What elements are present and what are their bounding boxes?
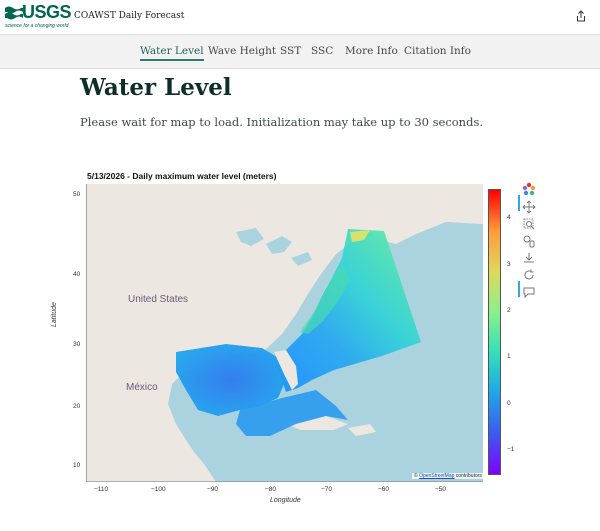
- x-tick-70: −70: [321, 486, 333, 493]
- logo-tagline: science for a changing world: [5, 23, 69, 29]
- nav-bar: Water Level Wave Height SST SSC More Inf…: [0, 34, 600, 69]
- map-attribution: © OpenStreetMap contributors: [412, 473, 484, 479]
- logo-text: USGS: [22, 2, 72, 22]
- map-label-us: United States: [128, 294, 189, 305]
- colorbar: [488, 189, 501, 475]
- water-level-map[interactable]: [86, 184, 483, 482]
- x-tick-100: −100: [151, 486, 166, 493]
- y-tick-20: 20: [73, 403, 81, 410]
- pan-icon[interactable]: [522, 200, 536, 214]
- x-tick-90: −90: [207, 486, 219, 493]
- save-icon[interactable]: [522, 251, 536, 265]
- page-subtitle: Please wait for map to load. Initializat…: [80, 115, 484, 129]
- x-tick-50: −50: [435, 486, 447, 493]
- attribution-link[interactable]: OpenStreetMap: [419, 473, 454, 479]
- y-tick-40: 40: [73, 271, 81, 278]
- colorbar-tick-2: 2: [507, 307, 511, 314]
- hover-icon[interactable]: [522, 285, 536, 299]
- usgs-logo[interactable]: USGS science for a changing world: [5, 2, 72, 30]
- tab-water-level[interactable]: Water Level: [140, 45, 204, 61]
- tab-wave-height[interactable]: Wave Height: [208, 45, 276, 57]
- tab-sst[interactable]: SST: [280, 45, 301, 57]
- reset-icon[interactable]: [522, 268, 536, 282]
- plot-toolbar: [519, 180, 541, 300]
- colorbar-tick-0: 0: [507, 400, 511, 407]
- page-title: Water Level: [80, 74, 232, 101]
- x-tick-80: −80: [265, 486, 277, 493]
- bokeh-logo-icon[interactable]: [522, 182, 536, 196]
- y-tick-10: 10: [73, 462, 81, 469]
- plot-title: 5/13/2026 - Daily maximum water level (m…: [87, 171, 277, 181]
- tab-more-info[interactable]: More Info: [345, 45, 398, 57]
- colorbar-tick-neg1: −1: [507, 446, 515, 453]
- colorbar-tick-3: 3: [507, 261, 511, 268]
- attribution-suffix: contributors: [455, 473, 482, 479]
- y-axis-label: Latitude: [51, 302, 58, 327]
- x-axis-label: Longitude: [270, 497, 301, 504]
- x-tick-60: −60: [378, 486, 390, 493]
- attribution-prefix: ©: [414, 473, 418, 479]
- y-tick-30: 30: [73, 341, 81, 348]
- app-title: COAWST Daily Forecast: [74, 11, 185, 21]
- tab-ssc[interactable]: SSC: [311, 45, 333, 57]
- y-tick-50: 50: [73, 191, 81, 198]
- colorbar-tick-1: 1: [507, 353, 511, 360]
- map-label-mexico: México: [126, 382, 158, 393]
- top-bar: USGS science for a changing world COAWST…: [0, 0, 600, 34]
- share-icon[interactable]: [575, 10, 587, 22]
- usgs-logo-mark: [5, 6, 23, 20]
- box-zoom-icon[interactable]: [522, 217, 536, 231]
- active-tool-indicator-hover: [518, 281, 520, 297]
- active-tool-indicator-pan: [518, 195, 520, 211]
- colorbar-tick-4: 4: [507, 214, 511, 221]
- tab-citation-info[interactable]: Citation Info: [404, 45, 471, 57]
- x-tick-110: −110: [94, 486, 109, 493]
- wheel-zoom-icon[interactable]: [522, 234, 536, 248]
